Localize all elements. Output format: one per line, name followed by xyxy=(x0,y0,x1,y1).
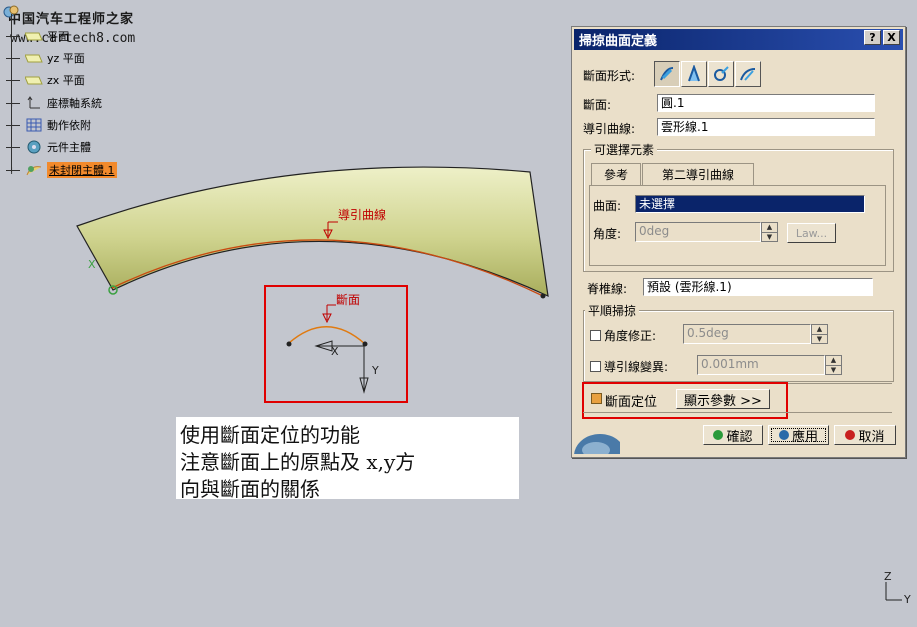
spine-field[interactable]: 預設 (雲形線.1) xyxy=(643,278,873,296)
section-highlight-box xyxy=(264,285,408,403)
deviation-checkbox[interactable] xyxy=(590,361,601,372)
smooth-sweep-title: 平順掃掠 xyxy=(585,302,640,319)
divider xyxy=(583,412,892,413)
globe-icon xyxy=(574,434,620,454)
positioning-highlight-box xyxy=(582,382,788,419)
down-arrow-icon: ▼ xyxy=(830,366,837,374)
angle-label: 角度: xyxy=(593,227,622,241)
sweep-conic-icon xyxy=(740,68,756,81)
svg-text:X: X xyxy=(88,258,96,271)
apply-button[interactable]: 應用 xyxy=(768,425,829,445)
profile-label: 斷面: xyxy=(583,98,612,112)
law-button[interactable]: Law... xyxy=(787,223,836,243)
dialog-title: 掃掠曲面定義 xyxy=(579,34,658,49)
guide-curve-label: 導引曲線 xyxy=(338,208,387,222)
sweep-circle-icon xyxy=(714,66,729,81)
profile-field[interactable]: 圓.1 xyxy=(657,94,875,112)
spine-label: 脊椎線: xyxy=(587,282,628,296)
sweep-surface xyxy=(76,166,549,298)
up-arrow-icon: ▲ xyxy=(762,223,777,233)
angle-correction-checkbox[interactable] xyxy=(590,330,601,341)
note-line: 使用斷面定位的功能 xyxy=(180,423,360,447)
angle-correction-spinner[interactable]: ▲ ▼ xyxy=(811,324,828,344)
down-arrow-icon: ▼ xyxy=(816,335,823,343)
deviation-label: 導引線變異: xyxy=(604,360,669,374)
surface-field[interactable]: 未選擇 xyxy=(635,195,865,213)
note-box: 使用斷面定位的功能 注意斷面上的原點及 x,y方 向與斷面的關係 xyxy=(176,417,519,501)
tab-reference[interactable]: 參考 xyxy=(591,163,641,185)
dialog-titlebar[interactable]: 掃掠曲面定義 xyxy=(574,29,903,50)
sweep-type-explicit-button[interactable] xyxy=(654,61,680,87)
compass-z-label: Z xyxy=(884,570,892,583)
ok-icon xyxy=(713,430,724,440)
tab-second-guide[interactable]: 第二導引曲線 xyxy=(642,163,754,185)
down-arrow-icon: ▼ xyxy=(766,233,773,241)
note-line: 向與斷面的關係 xyxy=(180,477,320,501)
guide-curve-field[interactable]: 雲形線.1 xyxy=(657,118,875,136)
optional-elements-title: 可選擇元素 xyxy=(591,141,658,158)
angle-spinner[interactable]: ▲ ▼ xyxy=(761,222,778,242)
note-line: 注意斷面上的原點及 x,y方 xyxy=(180,450,416,474)
up-arrow-icon: ▲ xyxy=(826,356,841,366)
ok-button[interactable]: 確認 xyxy=(703,425,763,445)
profile-type-label: 斷面形式: xyxy=(583,69,636,83)
sweep-surface-dialog: 掃掠曲面定義 ? X 斷面形式: 斷面: 圓.1 導引曲線: 雲形線.1 可選擇… xyxy=(571,26,906,458)
deviation-spinner[interactable]: ▲ ▼ xyxy=(825,355,842,375)
cancel-icon xyxy=(845,430,856,440)
up-arrow-icon: ▲ xyxy=(812,325,827,335)
apply-icon xyxy=(778,430,789,440)
sweep-type-circle-button[interactable] xyxy=(708,61,734,87)
deviation-field[interactable]: 0.001mm xyxy=(697,355,825,375)
compass-y-label: Y xyxy=(904,593,911,606)
angle-correction-label: 角度修正: xyxy=(604,329,657,343)
help-button[interactable]: ? xyxy=(864,30,881,45)
sweep-line-icon xyxy=(688,65,700,82)
angle-field[interactable]: 0deg xyxy=(635,222,761,242)
surface-label: 曲面: xyxy=(593,199,622,213)
close-button[interactable]: X xyxy=(883,30,900,45)
sweep-type-conic-button[interactable] xyxy=(735,61,761,87)
angle-correction-field[interactable]: 0.5deg xyxy=(683,324,811,344)
sweep-type-line-button[interactable] xyxy=(681,61,707,87)
cancel-button[interactable]: 取消 xyxy=(834,425,896,445)
guide-curve-label: 導引曲線: xyxy=(583,122,636,136)
sweep-explicit-icon xyxy=(660,67,674,81)
